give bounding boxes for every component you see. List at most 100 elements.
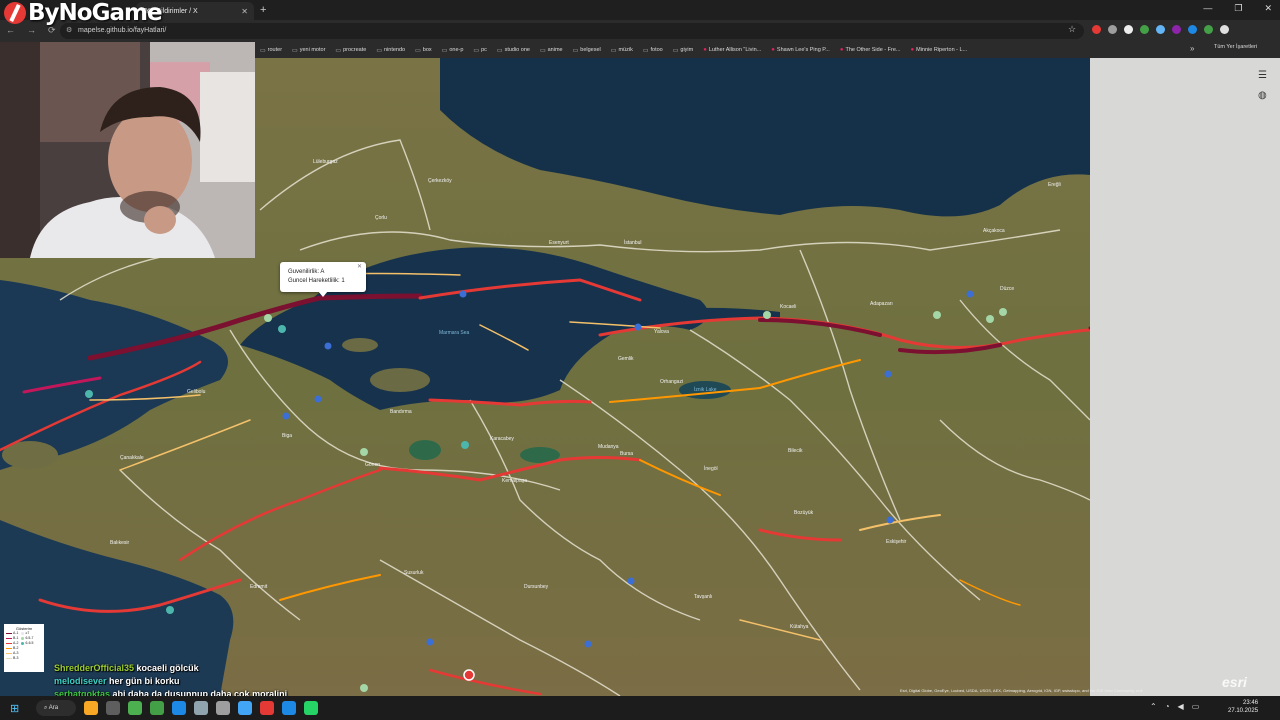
folder-icon: ▭ [672, 47, 679, 54]
taskbar-app-icon[interactable] [128, 701, 142, 715]
windows-start-icon[interactable]: ⊞ [10, 702, 19, 715]
svg-text:Gemlik: Gemlik [618, 356, 634, 362]
bookmark-label: Luther Allison "Livin... [708, 47, 762, 53]
bookmark-label: müzik [618, 47, 633, 53]
bookmark-label: Minnie Riperton - L... [916, 47, 968, 53]
close-popup-icon[interactable]: ✕ [357, 263, 362, 272]
quake-point [461, 441, 469, 449]
forward-icon[interactable]: → [27, 25, 36, 36]
taskbar-app-icon[interactable] [282, 701, 296, 715]
map-attribution: Esri, Digital Globe, GeoEye, i-cubed, US… [900, 688, 1143, 693]
svg-text:Düzce: Düzce [1000, 286, 1014, 292]
bookmark-item[interactable]: ● Luther Allison "Livin... [698, 47, 766, 53]
bookmark-item[interactable]: ▭ anime [535, 47, 568, 54]
quake-point [166, 606, 174, 614]
legend-line-swatch [6, 632, 12, 635]
bookmark-item[interactable]: ● Shawn Lee's Ping P... [766, 47, 835, 53]
taskbar-app-icon[interactable] [216, 701, 230, 715]
bookmark-label: giyim [680, 47, 694, 53]
windows-taskbar: ⊞ ⌕ Ara ⌃ ◔ ◀ ▭ 23:46 27.10.2025 [0, 696, 1280, 720]
bookmark-label: yeni motor [299, 47, 326, 53]
back-icon[interactable]: ← [6, 25, 15, 36]
legend-line-label: B-3 [13, 656, 19, 660]
bookmark-label: pc [481, 47, 487, 53]
quake-point [264, 314, 272, 322]
layers-menu-icon[interactable]: ☰ [1258, 70, 1267, 81]
svg-text:Mudanya: Mudanya [598, 444, 619, 450]
bookmark-item[interactable]: ▭ nintendo [371, 47, 410, 54]
taskbar-clock[interactable]: 23:46 27.10.2025 [1228, 699, 1258, 715]
legend-lines: A-1 B-1 A-2 B-2 A-3 B-3 [6, 631, 18, 661]
legend-point-item: 6-6.5 [21, 641, 33, 646]
bookmark-item[interactable]: ▭ pc [468, 47, 491, 54]
bookmark-item[interactable]: ▭ müzik [606, 47, 638, 54]
url-input[interactable]: ⚙ mapelse.github.io/fayHatlari/ [60, 23, 1084, 39]
bookmark-item[interactable]: ▭ box [410, 47, 437, 54]
taskbar-search[interactable]: ⌕ Ara [36, 700, 76, 716]
close-window-button[interactable]: ✕ [1264, 3, 1272, 14]
minimize-button[interactable]: — [1203, 3, 1212, 14]
folder-icon: ▭ [335, 47, 342, 54]
new-tab-button[interactable]: + [260, 4, 266, 16]
bookmark-item[interactable]: ▭ belgesel [568, 47, 606, 54]
svg-text:Esenyurt: Esenyurt [549, 240, 569, 246]
taskbar-app-icon[interactable] [150, 701, 164, 715]
legend-line-swatch [6, 657, 12, 660]
bookmark-item[interactable]: ▭ router [255, 47, 287, 54]
bookmark-item[interactable]: ● The Other Side - Fre... [835, 47, 906, 53]
kapidag-peninsula [370, 368, 430, 392]
esri-logo: esri [1222, 674, 1247, 690]
svg-text:Eskişehir: Eskişehir [886, 539, 907, 545]
extension-icon[interactable] [1188, 25, 1197, 34]
quake-point [933, 311, 941, 319]
close-tab-icon[interactable]: ✕ [241, 7, 248, 16]
svg-text:Tavşanlı: Tavşanlı [694, 594, 712, 600]
extension-icon[interactable] [1140, 25, 1149, 34]
volume-icon[interactable]: ◀ [1178, 702, 1184, 711]
bookmark-item[interactable]: ▭ fotoo [638, 47, 668, 54]
extension-icon[interactable] [1220, 25, 1229, 34]
folder-icon: ▭ [441, 47, 448, 54]
basemap-globe-icon[interactable]: ◍ [1258, 90, 1267, 101]
taskbar-app-icon[interactable] [304, 701, 318, 715]
bookmark-item[interactable]: ● Minnie Riperton - L... [906, 47, 973, 53]
bookmark-item[interactable]: ▭ procreate [330, 47, 371, 54]
folder-icon: ▭ [292, 47, 298, 54]
bookmark-item[interactable]: ▭ one-p [437, 47, 469, 54]
extension-icon[interactable] [1156, 25, 1165, 34]
taskbar-app-icon[interactable] [238, 701, 252, 715]
youtube-icon: ● [703, 47, 707, 53]
taskbar-app-icon[interactable] [172, 701, 186, 715]
extension-icon[interactable] [1092, 25, 1101, 34]
bookmark-star-icon[interactable]: ☆ [1068, 24, 1076, 35]
network-icon[interactable]: ◔ [1165, 702, 1170, 711]
all-bookmarks-button[interactable]: Tüm Yer İşaretleri [1214, 44, 1257, 50]
quake-point-selected [463, 669, 475, 681]
taskbar-app-icon[interactable] [260, 701, 274, 715]
bookmark-item[interactable]: ▭ giyim [668, 47, 699, 54]
chat-message: melodisever her gün bi korku [54, 675, 287, 688]
reload-icon[interactable]: ⟳ [48, 25, 56, 36]
bookmark-item[interactable]: ▭ yeni motor [287, 47, 330, 54]
quake-point [360, 684, 368, 692]
screen: 𝕏 Bildirimler / X ✕ + — ❐ ✕ ← → ⟳ ⚙ mape… [0, 0, 1280, 720]
extension-icon[interactable] [1172, 25, 1181, 34]
taskbar-app-icon[interactable] [84, 701, 98, 715]
taskbar-app-icon[interactable] [106, 701, 120, 715]
quake-point [360, 448, 368, 456]
bookmarks-overflow-icon[interactable]: » [1190, 44, 1194, 53]
tray-overflow-icon[interactable]: ⌃ [1150, 702, 1157, 711]
system-tray: ⌃ ◔ ◀ ▭ [1150, 702, 1199, 711]
svg-text:Edremit: Edremit [250, 584, 268, 590]
bookmark-item[interactable]: ▭ studio one [492, 47, 535, 54]
extension-icon[interactable] [1204, 25, 1213, 34]
taskbar-app-icon[interactable] [194, 701, 208, 715]
quake-point [627, 577, 635, 585]
extension-icon[interactable] [1124, 25, 1133, 34]
extension-icon[interactable] [1108, 25, 1117, 34]
battery-icon[interactable]: ▭ [1192, 702, 1200, 711]
legend-line-swatch [6, 637, 12, 640]
maximize-button[interactable]: ❐ [1234, 3, 1242, 14]
youtube-icon: ● [839, 47, 844, 53]
svg-text:Dursunbey: Dursunbey [524, 584, 549, 590]
